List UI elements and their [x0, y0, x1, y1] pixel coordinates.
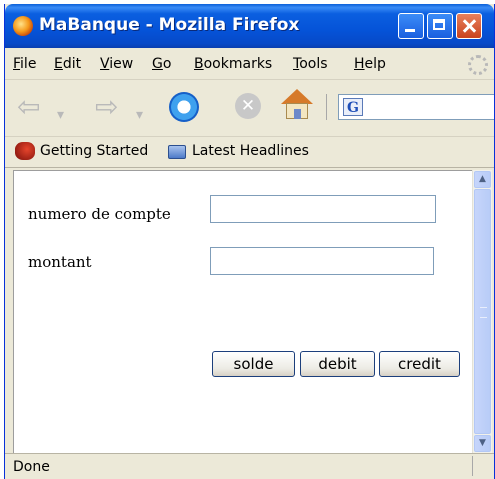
bookmarks-toolbar: Getting Started Latest Headlines — [5, 137, 494, 168]
credit-button[interactable]: credit — [379, 351, 460, 377]
amount-label: montant — [28, 253, 92, 271]
home-icon[interactable] — [281, 89, 313, 121]
minimize-button[interactable] — [398, 13, 424, 39]
firefox-icon — [13, 16, 33, 36]
scroll-grip — [480, 307, 487, 318]
page-content: numero de compte montant solde debit cre… — [13, 170, 473, 453]
title-bar[interactable]: MaBanque - Mozilla Firefox — [5, 4, 494, 48]
scroll-up-icon[interactable]: ▲ — [474, 171, 491, 188]
status-separator — [472, 456, 473, 476]
status-text: Done — [13, 459, 50, 475]
menu-view[interactable]: View — [100, 56, 133, 72]
close-button[interactable] — [456, 13, 482, 39]
forward-arrow-icon[interactable]: ⇨ — [95, 92, 118, 122]
account-number-input[interactable] — [210, 195, 436, 223]
reload-icon[interactable] — [169, 92, 199, 122]
toolbar-separator — [326, 94, 327, 120]
solde-button[interactable]: solde — [212, 351, 295, 377]
bookmark-latest-headlines[interactable]: Latest Headlines — [192, 143, 309, 159]
menu-bar: File Edit View Go Bookmarks Tools Help — [5, 49, 494, 80]
home-roof — [281, 89, 313, 104]
status-bar: Done — [5, 453, 494, 479]
browser-window: MaBanque - Mozilla Firefox File Edit Vie… — [4, 4, 495, 479]
firefox-bookmark-icon — [15, 142, 35, 160]
menu-edit[interactable]: Edit — [54, 56, 81, 72]
home-door — [294, 109, 301, 119]
throbber-icon — [468, 55, 488, 75]
account-number-label: numero de compte — [28, 205, 171, 223]
bookmark-getting-started[interactable]: Getting Started — [40, 143, 148, 159]
menu-bookmarks[interactable]: Bookmarks — [194, 56, 272, 72]
menu-go[interactable]: Go — [152, 56, 171, 72]
search-box[interactable]: G — [338, 94, 494, 120]
menu-tools[interactable]: Tools — [293, 56, 328, 72]
scroll-thumb[interactable] — [474, 189, 491, 434]
maximize-button[interactable] — [427, 13, 453, 39]
amount-input[interactable] — [210, 247, 434, 275]
back-dropdown-icon[interactable]: ▾ — [57, 100, 64, 130]
menu-help[interactable]: Help — [354, 56, 386, 72]
forward-dropdown-icon[interactable]: ▾ — [136, 100, 143, 130]
search-engine-icon[interactable]: G — [343, 98, 363, 116]
navigation-toolbar: ⇦ ▾ ⇨ ▾ ✕ G — [5, 80, 494, 137]
debit-button[interactable]: debit — [300, 351, 375, 377]
scroll-down-icon[interactable]: ▼ — [474, 435, 491, 452]
stop-icon[interactable]: ✕ — [235, 93, 261, 119]
back-arrow-icon[interactable]: ⇦ — [17, 92, 40, 122]
folder-icon — [168, 145, 186, 159]
window-title: MaBanque - Mozilla Firefox — [39, 15, 300, 35]
vertical-scrollbar[interactable]: ▲ ▼ — [472, 170, 492, 453]
menu-file[interactable]: File — [13, 56, 36, 72]
